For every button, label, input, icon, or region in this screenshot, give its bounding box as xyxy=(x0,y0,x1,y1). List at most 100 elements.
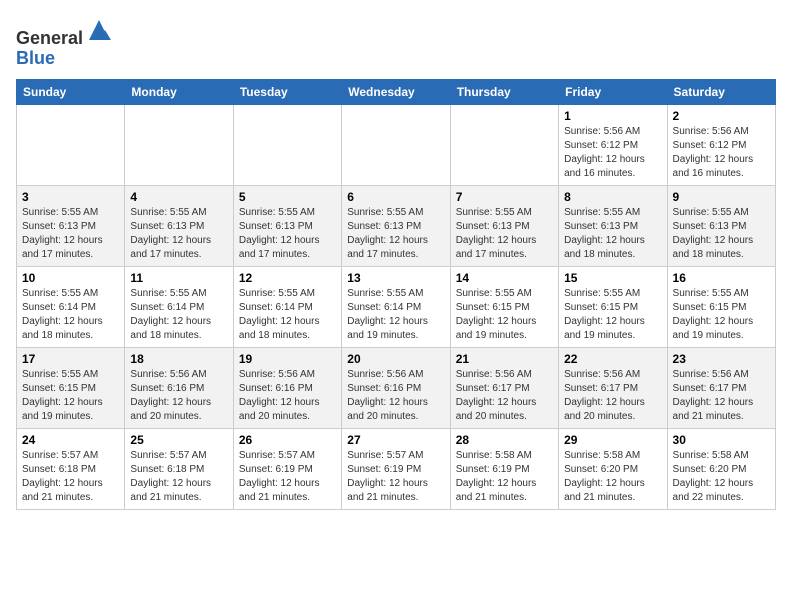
day-info: Sunrise: 5:56 AM Sunset: 6:16 PM Dayligh… xyxy=(239,368,336,424)
day-info: Sunrise: 5:55 AM Sunset: 6:14 PM Dayligh… xyxy=(130,287,227,343)
calendar-cell: 28 Sunrise: 5:58 AM Sunset: 6:19 PM Dayli… xyxy=(450,428,558,509)
day-number: 7 xyxy=(456,190,553,204)
day-info: Sunrise: 5:57 AM Sunset: 6:19 PM Dayligh… xyxy=(347,449,444,505)
day-info: Sunrise: 5:58 AM Sunset: 6:20 PM Dayligh… xyxy=(673,449,770,505)
calendar-cell: 26Sunrise: 5:57 AM Sunset: 6:19 PM Dayli… xyxy=(233,428,341,509)
day-number: 25 xyxy=(130,433,227,447)
weekday-header-row: SundayMondayTuesdayWednesdayThursdayFrid… xyxy=(17,79,776,104)
day-number: 22 xyxy=(564,352,661,366)
weekday-header-sunday: Sunday xyxy=(17,79,125,104)
week-row-4: 17 Sunrise: 5:55 AM Sunset: 6:15 PM Dayli… xyxy=(17,347,776,428)
day-number: 11 xyxy=(130,271,227,285)
calendar-cell: 5 Sunrise: 5:55 AM Sunset: 6:13 PM Daylig… xyxy=(233,185,341,266)
calendar-cell: 21Sunrise: 5:56 AM Sunset: 6:17 PM Dayli… xyxy=(450,347,558,428)
day-number: 12 xyxy=(239,271,336,285)
day-number: 23 xyxy=(673,352,770,366)
day-info: Sunrise: 5:58 AM Sunset: 6:20 PM Dayligh… xyxy=(564,449,661,505)
calendar-cell: 10 Sunrise: 5:55 AM Sunset: 6:14 PM Dayli… xyxy=(17,266,125,347)
calendar-cell xyxy=(125,104,233,185)
calendar-cell xyxy=(233,104,341,185)
page-header: General Blue xyxy=(16,16,776,69)
calendar-cell: 1 Sunrise: 5:56 AM Sunset: 6:12 PM Daylig… xyxy=(559,104,667,185)
day-info: Sunrise: 5:57 AM Sunset: 6:19 PM Dayligh… xyxy=(239,449,336,505)
day-number: 8 xyxy=(564,190,661,204)
day-info: Sunrise: 5:55 AM Sunset: 6:14 PM Dayligh… xyxy=(239,287,336,343)
calendar-cell: 22Sunrise: 5:56 AM Sunset: 6:17 PM Dayli… xyxy=(559,347,667,428)
day-number: 1 xyxy=(564,109,661,123)
day-number: 13 xyxy=(347,271,444,285)
calendar-cell xyxy=(450,104,558,185)
calendar-cell: 12 Sunrise: 5:55 AM Sunset: 6:14 PM Dayli… xyxy=(233,266,341,347)
day-number: 30 xyxy=(673,433,770,447)
day-info: Sunrise: 5:55 AM Sunset: 6:14 PM Dayligh… xyxy=(22,287,119,343)
week-row-3: 10 Sunrise: 5:55 AM Sunset: 6:14 PM Dayli… xyxy=(17,266,776,347)
calendar-cell: 6Sunrise: 5:55 AM Sunset: 6:13 PM Daylig… xyxy=(342,185,450,266)
logo-icon xyxy=(85,16,113,44)
day-number: 20 xyxy=(347,352,444,366)
calendar-cell: 4Sunrise: 5:55 AM Sunset: 6:13 PM Daylig… xyxy=(125,185,233,266)
day-number: 28 xyxy=(456,433,553,447)
day-info: Sunrise: 5:55 AM Sunset: 6:15 PM Dayligh… xyxy=(564,287,661,343)
day-info: Sunrise: 5:56 AM Sunset: 6:12 PM Dayligh… xyxy=(673,125,770,181)
calendar-cell xyxy=(342,104,450,185)
day-number: 4 xyxy=(130,190,227,204)
weekday-header-friday: Friday xyxy=(559,79,667,104)
logo: General Blue xyxy=(16,16,113,69)
day-number: 10 xyxy=(22,271,119,285)
calendar-cell: 29 Sunrise: 5:58 AM Sunset: 6:20 PM Dayli… xyxy=(559,428,667,509)
day-info: Sunrise: 5:55 AM Sunset: 6:14 PM Dayligh… xyxy=(347,287,444,343)
calendar-table: SundayMondayTuesdayWednesdayThursdayFrid… xyxy=(16,79,776,510)
day-info: Sunrise: 5:55 AM Sunset: 6:15 PM Dayligh… xyxy=(22,368,119,424)
weekday-header-monday: Monday xyxy=(125,79,233,104)
week-row-5: 24 Sunrise: 5:57 AM Sunset: 6:18 PM Dayli… xyxy=(17,428,776,509)
day-info: Sunrise: 5:56 AM Sunset: 6:17 PM Dayligh… xyxy=(456,368,553,424)
weekday-header-saturday: Saturday xyxy=(667,79,775,104)
calendar-cell: 27 Sunrise: 5:57 AM Sunset: 6:19 PM Dayli… xyxy=(342,428,450,509)
calendar-cell: 25 Sunrise: 5:57 AM Sunset: 6:18 PM Dayli… xyxy=(125,428,233,509)
logo-blue: Blue xyxy=(16,48,55,68)
day-number: 17 xyxy=(22,352,119,366)
day-info: Sunrise: 5:55 AM Sunset: 6:15 PM Dayligh… xyxy=(456,287,553,343)
calendar-cell: 19 Sunrise: 5:56 AM Sunset: 6:16 PM Dayli… xyxy=(233,347,341,428)
day-number: 29 xyxy=(564,433,661,447)
calendar-cell: 2Sunrise: 5:56 AM Sunset: 6:12 PM Daylig… xyxy=(667,104,775,185)
week-row-1: 1 Sunrise: 5:56 AM Sunset: 6:12 PM Daylig… xyxy=(17,104,776,185)
day-number: 14 xyxy=(456,271,553,285)
day-number: 9 xyxy=(673,190,770,204)
day-number: 24 xyxy=(22,433,119,447)
calendar-cell: 3Sunrise: 5:55 AM Sunset: 6:13 PM Daylig… xyxy=(17,185,125,266)
day-number: 5 xyxy=(239,190,336,204)
weekday-header-wednesday: Wednesday xyxy=(342,79,450,104)
calendar-cell: 14 Sunrise: 5:55 AM Sunset: 6:15 PM Dayli… xyxy=(450,266,558,347)
calendar-cell: 8 Sunrise: 5:55 AM Sunset: 6:13 PM Daylig… xyxy=(559,185,667,266)
logo-general: General xyxy=(16,28,83,48)
weekday-header-thursday: Thursday xyxy=(450,79,558,104)
calendar-cell: 13 Sunrise: 5:55 AM Sunset: 6:14 PM Dayli… xyxy=(342,266,450,347)
calendar-cell: 7 Sunrise: 5:55 AM Sunset: 6:13 PM Daylig… xyxy=(450,185,558,266)
day-info: Sunrise: 5:55 AM Sunset: 6:13 PM Dayligh… xyxy=(564,206,661,262)
day-number: 6 xyxy=(347,190,444,204)
day-info: Sunrise: 5:56 AM Sunset: 6:17 PM Dayligh… xyxy=(673,368,770,424)
calendar-cell: 11 Sunrise: 5:55 AM Sunset: 6:14 PM Dayli… xyxy=(125,266,233,347)
calendar-cell: 30 Sunrise: 5:58 AM Sunset: 6:20 PM Dayli… xyxy=(667,428,775,509)
day-info: Sunrise: 5:55 AM Sunset: 6:13 PM Dayligh… xyxy=(239,206,336,262)
calendar-cell: 23 Sunrise: 5:56 AM Sunset: 6:17 PM Dayli… xyxy=(667,347,775,428)
day-info: Sunrise: 5:55 AM Sunset: 6:13 PM Dayligh… xyxy=(673,206,770,262)
day-info: Sunrise: 5:57 AM Sunset: 6:18 PM Dayligh… xyxy=(22,449,119,505)
day-number: 27 xyxy=(347,433,444,447)
day-info: Sunrise: 5:58 AM Sunset: 6:19 PM Dayligh… xyxy=(456,449,553,505)
day-info: Sunrise: 5:55 AM Sunset: 6:13 PM Dayligh… xyxy=(456,206,553,262)
calendar-cell: 24 Sunrise: 5:57 AM Sunset: 6:18 PM Dayli… xyxy=(17,428,125,509)
day-number: 3 xyxy=(22,190,119,204)
day-number: 16 xyxy=(673,271,770,285)
day-number: 18 xyxy=(130,352,227,366)
day-info: Sunrise: 5:57 AM Sunset: 6:18 PM Dayligh… xyxy=(130,449,227,505)
calendar-cell xyxy=(17,104,125,185)
calendar-cell: 16 Sunrise: 5:55 AM Sunset: 6:15 PM Dayli… xyxy=(667,266,775,347)
day-info: Sunrise: 5:56 AM Sunset: 6:16 PM Dayligh… xyxy=(130,368,227,424)
day-info: Sunrise: 5:56 AM Sunset: 6:12 PM Dayligh… xyxy=(564,125,661,181)
calendar-cell: 20Sunrise: 5:56 AM Sunset: 6:16 PM Dayli… xyxy=(342,347,450,428)
day-info: Sunrise: 5:55 AM Sunset: 6:15 PM Dayligh… xyxy=(673,287,770,343)
calendar-cell: 17 Sunrise: 5:55 AM Sunset: 6:15 PM Dayli… xyxy=(17,347,125,428)
day-number: 19 xyxy=(239,352,336,366)
